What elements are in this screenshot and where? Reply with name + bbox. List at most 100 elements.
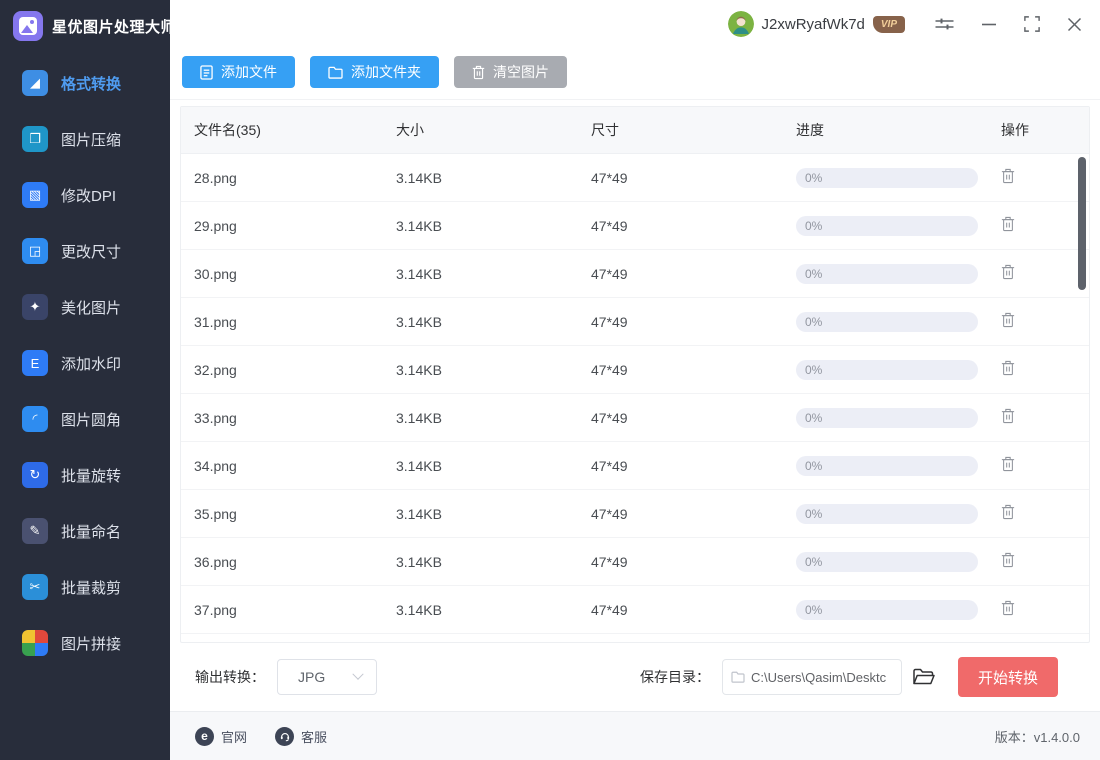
start-convert-button[interactable]: 开始转换 bbox=[958, 657, 1058, 697]
vip-badge: VIP bbox=[873, 16, 905, 33]
header-actions: 操作 bbox=[1001, 120, 1089, 140]
sidebar-item-batch-rename[interactable]: ✎ 批量命名 bbox=[0, 503, 170, 559]
table-row: 29.png 3.14KB 47*49 0% bbox=[181, 202, 1089, 250]
trash-icon bbox=[1001, 600, 1015, 616]
sidebar-item-label: 美化图片 bbox=[61, 297, 121, 318]
cell-filename: 35.png bbox=[181, 506, 396, 522]
app-logo-icon bbox=[13, 11, 43, 41]
table-row: 28.png 3.14KB 47*49 0% bbox=[181, 154, 1089, 202]
browse-folder-icon[interactable] bbox=[913, 668, 935, 686]
sidebar-item-batch-rotate[interactable]: ↻ 批量旋转 bbox=[0, 447, 170, 503]
table-row: 36.png 3.14KB 47*49 0% bbox=[181, 538, 1089, 586]
cell-size: 3.14KB bbox=[396, 458, 591, 474]
sidebar-item-resize[interactable]: ◲ 更改尺寸 bbox=[0, 223, 170, 279]
cell-dimensions: 47*49 bbox=[591, 554, 796, 570]
delete-row-button[interactable] bbox=[1001, 552, 1015, 568]
trash-icon bbox=[1001, 552, 1015, 568]
sidebar-item-label: 图片压缩 bbox=[61, 129, 121, 150]
cell-size: 3.14KB bbox=[396, 410, 591, 426]
delete-row-button[interactable] bbox=[1001, 216, 1015, 232]
cell-filename: 32.png bbox=[181, 362, 396, 378]
headset-icon bbox=[275, 727, 294, 746]
cell-dimensions: 47*49 bbox=[591, 362, 796, 378]
save-path-box bbox=[722, 659, 902, 695]
delete-row-button[interactable] bbox=[1001, 456, 1015, 472]
delete-row-button[interactable] bbox=[1001, 312, 1015, 328]
user-avatar bbox=[728, 11, 754, 37]
cell-dimensions: 47*49 bbox=[591, 602, 796, 618]
cell-dimensions: 47*49 bbox=[591, 506, 796, 522]
delete-row-button[interactable] bbox=[1001, 264, 1015, 280]
header-size: 大小 bbox=[396, 120, 591, 140]
sidebar-item-beautify[interactable]: ✦ 美化图片 bbox=[0, 279, 170, 335]
sidebar-item-modify-dpi[interactable]: ▧ 修改DPI bbox=[0, 167, 170, 223]
sidebar-item-image-compress[interactable]: ❐ 图片压缩 bbox=[0, 111, 170, 167]
trash-icon bbox=[1001, 456, 1015, 472]
sidebar-item-batch-crop[interactable]: ✂ 批量裁剪 bbox=[0, 559, 170, 615]
maximize-icon[interactable] bbox=[1024, 16, 1040, 32]
official-website-link[interactable]: e 官网 bbox=[195, 727, 247, 746]
settings-icon[interactable] bbox=[935, 16, 954, 32]
delete-row-button[interactable] bbox=[1001, 600, 1015, 616]
cell-dimensions: 47*49 bbox=[591, 458, 796, 474]
trash-icon bbox=[1001, 360, 1015, 376]
chevron-down-icon bbox=[352, 669, 363, 680]
sidebar-item-label: 更改尺寸 bbox=[61, 241, 121, 262]
trash-icon bbox=[1001, 216, 1015, 232]
close-icon[interactable] bbox=[1067, 17, 1082, 32]
sidebar-item-label: 批量命名 bbox=[61, 521, 121, 542]
table-header: 文件名(35) 大小 尺寸 进度 操作 bbox=[181, 107, 1089, 154]
website-icon: e bbox=[195, 727, 214, 746]
sidebar-item-label: 图片圆角 bbox=[61, 409, 121, 430]
add-folder-button[interactable]: 添加文件夹 bbox=[310, 56, 439, 88]
file-table: 文件名(35) 大小 尺寸 进度 操作 28.png 3.14KB 47*49 … bbox=[180, 106, 1090, 643]
progress-bar: 0% bbox=[796, 216, 978, 236]
cell-filename: 37.png bbox=[181, 602, 396, 618]
sidebar-item-watermark[interactable]: E 添加水印 bbox=[0, 335, 170, 391]
save-path-input[interactable] bbox=[751, 670, 893, 685]
user-account[interactable]: J2xwRyafWk7d VIP bbox=[728, 11, 905, 37]
sidebar-item-image-stitch[interactable]: 图片拼接 bbox=[0, 615, 170, 671]
cell-size: 3.14KB bbox=[396, 602, 591, 618]
minimize-icon[interactable] bbox=[981, 16, 997, 32]
cell-dimensions: 47*49 bbox=[591, 218, 796, 234]
sidebar-item-format-convert[interactable]: ◢ 格式转换 bbox=[0, 55, 170, 111]
trash-icon bbox=[1001, 408, 1015, 424]
sidebar-item-label: 批量旋转 bbox=[61, 465, 121, 486]
add-file-button[interactable]: 添加文件 bbox=[182, 56, 295, 88]
delete-row-button[interactable] bbox=[1001, 408, 1015, 424]
delete-row-button[interactable] bbox=[1001, 168, 1015, 184]
cell-filename: 29.png bbox=[181, 218, 396, 234]
image-stitch-icon bbox=[22, 630, 48, 656]
batch-crop-icon: ✂ bbox=[22, 574, 48, 600]
modify-dpi-icon: ▧ bbox=[22, 182, 48, 208]
trash-icon bbox=[1001, 168, 1015, 184]
cell-size: 3.14KB bbox=[396, 314, 591, 330]
table-row: 35.png 3.14KB 47*49 0% bbox=[181, 490, 1089, 538]
cell-filename: 33.png bbox=[181, 410, 396, 426]
table-row: 31.png 3.14KB 47*49 0% bbox=[181, 298, 1089, 346]
cell-size: 3.14KB bbox=[396, 554, 591, 570]
output-format-select[interactable]: JPG bbox=[277, 659, 377, 695]
customer-service-link[interactable]: 客服 bbox=[275, 727, 327, 746]
titlebar: J2xwRyafWk7d VIP bbox=[170, 0, 1100, 48]
save-dir-label: 保存目录： bbox=[640, 667, 710, 687]
header-filename: 文件名(35) bbox=[181, 120, 396, 140]
delete-row-button[interactable] bbox=[1001, 360, 1015, 376]
table-row: 33.png 3.14KB 47*49 0% bbox=[181, 394, 1089, 442]
sidebar-item-round-corner[interactable]: ◜ 图片圆角 bbox=[0, 391, 170, 447]
main-area: J2xwRyafWk7d VIP bbox=[170, 0, 1100, 760]
cell-filename: 30.png bbox=[181, 266, 396, 282]
version-label: 版本：v1.4.0.0 bbox=[995, 727, 1080, 746]
app-title: 星优图片处理大师 bbox=[52, 16, 176, 37]
format-convert-icon: ◢ bbox=[22, 70, 48, 96]
sidebar-item-label: 修改DPI bbox=[61, 185, 116, 206]
cell-size: 3.14KB bbox=[396, 506, 591, 522]
delete-row-button[interactable] bbox=[1001, 504, 1015, 520]
scrollbar-thumb[interactable] bbox=[1078, 157, 1086, 290]
clear-images-button[interactable]: 清空图片 bbox=[454, 56, 567, 88]
progress-bar: 0% bbox=[796, 600, 978, 620]
sidebar: 星优图片处理大师 ◢ 格式转换 ❐ 图片压缩 ▧ 修改DPI ◲ 更改尺寸 ✦ … bbox=[0, 0, 170, 760]
app-logo: 星优图片处理大师 bbox=[0, 0, 170, 41]
progress-bar: 0% bbox=[796, 456, 978, 476]
